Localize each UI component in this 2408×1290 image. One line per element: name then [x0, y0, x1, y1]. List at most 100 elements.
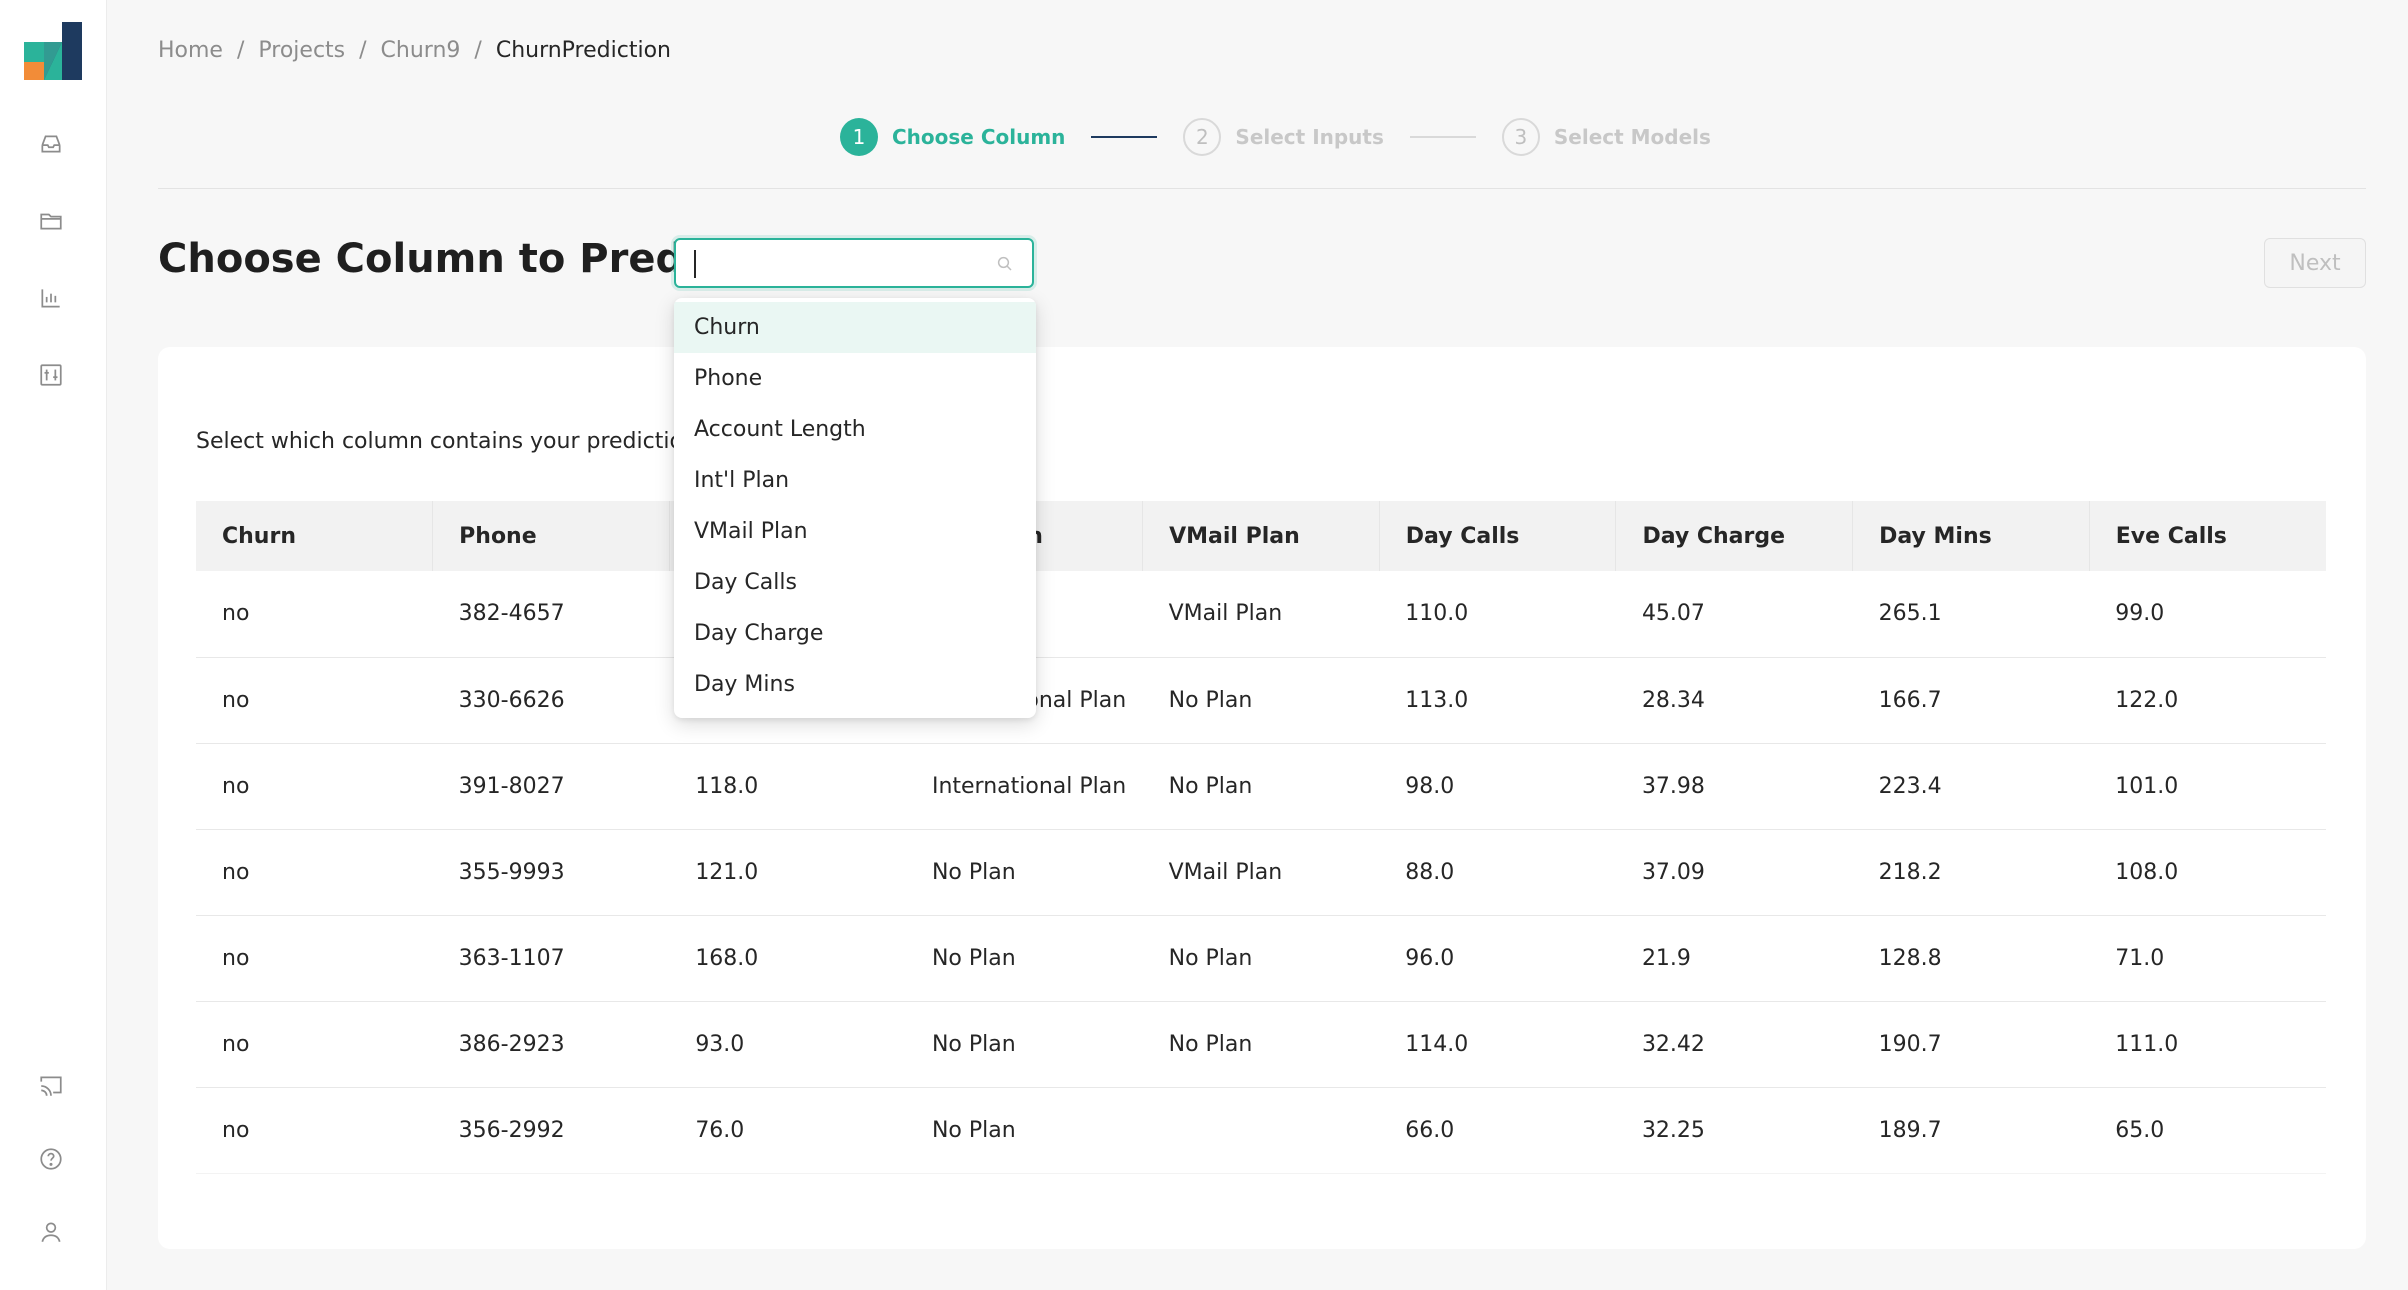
- table-cell: No Plan: [1142, 743, 1380, 830]
- table-cell: 122.0: [2089, 657, 2326, 744]
- table-cell: 218.2: [1852, 829, 2090, 916]
- step-connector: [1409, 136, 1476, 138]
- breadcrumb-project[interactable]: Churn9: [381, 38, 461, 63]
- table-row: no 386-2923 93.0 No Plan No Plan 114.0 32.42 19…: [196, 1001, 2326, 1088]
- table-cell: 190.7: [1852, 1001, 2090, 1088]
- data-table: ChurnPhoneAccount LengthInt'l PlanVMail …: [196, 501, 2326, 1209]
- step-label: Select Inputs: [1235, 125, 1384, 149]
- table-cell: 382-4657: [432, 571, 670, 658]
- table-cell: 110.0: [1379, 571, 1616, 658]
- table-cell: VMail Plan: [1142, 571, 1380, 658]
- table-cell: 37.09: [1615, 829, 1853, 916]
- table-cell: 386-2923: [432, 1001, 670, 1088]
- table-cell: 128.8: [1852, 915, 2090, 1002]
- table-cell: no: [196, 743, 433, 830]
- table-cell: 96.0: [1379, 915, 1616, 1002]
- breadcrumb-separator: /: [359, 38, 367, 63]
- next-button[interactable]: Next: [2264, 238, 2366, 288]
- table-cell: no: [196, 915, 433, 1002]
- text-caret: [694, 250, 696, 278]
- page-title: Choose Column to Predict:: [158, 236, 757, 282]
- dropdown-option[interactable]: VMail Plan: [674, 506, 1036, 557]
- table-cell: 32.42: [1615, 1001, 1853, 1088]
- table-cell: no: [196, 571, 433, 658]
- app-logo[interactable]: [24, 22, 82, 80]
- table-cell: 114.0: [1379, 1001, 1616, 1088]
- step-number: 3: [1501, 118, 1540, 156]
- step-connector: [1091, 136, 1158, 138]
- table-cell: 93.0: [669, 1001, 906, 1088]
- table-cell: 121.0: [669, 829, 906, 916]
- table-cell: VMail Plan: [1142, 829, 1380, 916]
- table-row: no 391-8027 118.0 International Plan No Plan…: [196, 743, 2326, 830]
- step-number: 2: [1183, 118, 1222, 156]
- cast-icon[interactable]: [33, 1068, 69, 1104]
- column-dropdown: Churn Phone Account Length Int'l Plan VMail …: [674, 298, 1036, 718]
- table-cell: No Plan: [905, 1001, 1143, 1088]
- table-cell: No Plan: [905, 829, 1143, 916]
- dropdown-option[interactable]: Int'l Plan: [674, 455, 1036, 506]
- dropdown-option[interactable]: Account Length: [674, 404, 1036, 455]
- breadcrumb-separator: /: [474, 38, 482, 63]
- data-table-container[interactable]: ChurnPhoneAccount LengthInt'l PlanVMail …: [196, 501, 2326, 1209]
- dropdown-option[interactable]: Day Mins: [674, 659, 1036, 710]
- table-cell: 37.98: [1615, 743, 1853, 830]
- table-row: no330-6626107.0International PlanNo Plan…: [196, 657, 2326, 744]
- search-icon: [996, 255, 1016, 275]
- breadcrumb-current: ChurnPrediction: [495, 38, 671, 63]
- column-header: Day Calls: [1379, 501, 1617, 571]
- table-cell: 99.0: [2089, 571, 2326, 658]
- header-divider: [158, 188, 2366, 189]
- dropdown-option[interactable]: Day Charge: [674, 608, 1036, 659]
- table-cell: 330-6626: [432, 657, 670, 744]
- step-label: Choose Column: [892, 125, 1066, 149]
- table-cell: 108.0: [2089, 829, 2326, 916]
- table-cell: No Plan: [1142, 657, 1380, 744]
- table-row: no 355-9993 121.0 No Plan VMail Plan 88.0 37.0…: [196, 829, 2326, 916]
- data-preview-card: Select which column contains your predic…: [158, 347, 2366, 1249]
- table-row: no382-4657128.0No PlanVMail Plan110.045.…: [196, 571, 2326, 658]
- column-header: Day Charge: [1615, 501, 1854, 571]
- table-cell: 265.1: [1852, 571, 2090, 658]
- table-cell: 166.7: [1852, 657, 2090, 744]
- table-cell: no: [196, 657, 433, 744]
- instructions-text: Select which column contains your predic…: [196, 429, 709, 454]
- step-label: Select Models: [1553, 125, 1711, 149]
- dropdown-option[interactable]: Churn: [674, 302, 1036, 353]
- table-cell: 363-1107: [432, 915, 670, 1002]
- breadcrumb: Home / Projects / Churn9 / ChurnPredicti…: [158, 38, 671, 63]
- column-header: Churn: [196, 501, 434, 571]
- folder-icon[interactable]: [33, 203, 69, 239]
- table-cell: no: [196, 829, 433, 916]
- breadcrumb-home[interactable]: Home: [158, 38, 223, 63]
- table-cell: 101.0: [2089, 743, 2326, 830]
- column-select[interactable]: [674, 238, 1034, 288]
- dropdown-option[interactable]: Day Calls: [674, 557, 1036, 608]
- step-select-models[interactable]: 3 Select Models: [1501, 118, 1711, 156]
- column-header: Day Mins: [1852, 501, 2090, 571]
- table-cell: 355-9993: [432, 829, 670, 916]
- breadcrumb-projects[interactable]: Projects: [258, 38, 345, 63]
- table-cell: 113.0: [1379, 657, 1616, 744]
- dropdown-option[interactable]: Phone: [674, 353, 1036, 404]
- sliders-icon[interactable]: [33, 357, 69, 393]
- table-row: no 363-1107 168.0 No Plan No Plan 96.0 21.9 128…: [196, 915, 2326, 1002]
- table-cell: no: [196, 1001, 433, 1088]
- inbox-icon[interactable]: [33, 126, 69, 162]
- table-cell: 118.0: [669, 743, 906, 830]
- table-cell: 98.0: [1379, 743, 1616, 830]
- step-select-inputs[interactable]: 2 Select Inputs: [1183, 118, 1384, 156]
- table-cell: 21.9: [1615, 915, 1853, 1002]
- help-icon[interactable]: [33, 1141, 69, 1177]
- wizard-steps: 1 Choose Column 2 Select Inputs 3 Select…: [840, 118, 1711, 156]
- table-cell: 45.07: [1615, 571, 1853, 658]
- table-cell: 88.0: [1379, 829, 1616, 916]
- scroll-fade: [196, 1149, 2326, 1209]
- column-search-input[interactable]: [690, 248, 990, 278]
- bar-chart-icon[interactable]: [33, 280, 69, 316]
- step-choose-column[interactable]: 1 Choose Column: [840, 118, 1065, 156]
- table-cell: 111.0: [2089, 1001, 2326, 1088]
- user-icon[interactable]: [33, 1214, 69, 1250]
- table-cell: No Plan: [1142, 915, 1380, 1002]
- step-number: 1: [840, 118, 878, 156]
